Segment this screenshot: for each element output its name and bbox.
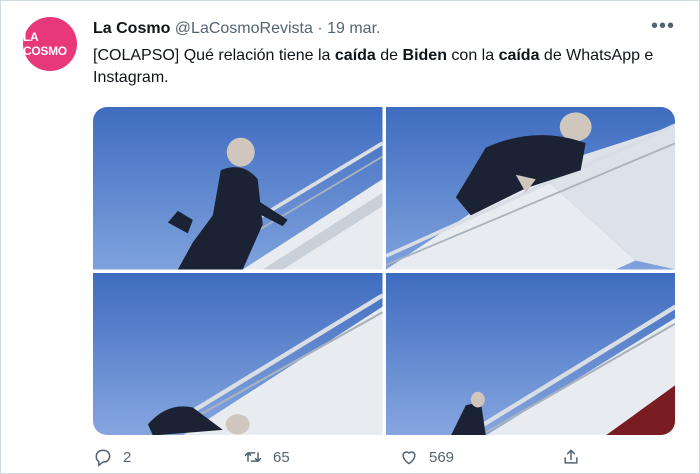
separator: · [317, 20, 323, 37]
tweet-text-part: [COLAPSO] Qué relación tiene la [93, 47, 335, 64]
tweet-card[interactable]: LA COSMO La Cosmo @LaCosmoRevista · 19 m… [0, 0, 700, 474]
tweet-text: [COLAPSO] Qué relación tiene la caída de… [93, 45, 673, 89]
media-grid [93, 107, 675, 435]
tweet-text-part: de [375, 47, 403, 64]
like-icon [402, 451, 416, 465]
like-button[interactable]: 569 [399, 447, 454, 467]
reply-button[interactable]: 2 [93, 447, 131, 467]
media-photo[interactable] [385, 107, 675, 270]
more-options-icon[interactable]: ••• [651, 15, 675, 38]
retweet-button[interactable]: 65 [243, 447, 290, 467]
author-handle[interactable]: @LaCosmoRevista [175, 20, 313, 37]
share-button[interactable] [561, 447, 581, 467]
media-photo[interactable] [385, 272, 675, 435]
retweet-icon [244, 452, 262, 462]
reply-count: 2 [123, 448, 132, 466]
tweet-header: La Cosmo @LaCosmoRevista · 19 mar. [93, 19, 380, 39]
share-icon [564, 449, 578, 464]
avatar[interactable]: LA COSMO [23, 17, 77, 71]
retweet-count: 65 [273, 448, 290, 466]
tweet-actions: 2 65 569 [93, 447, 653, 471]
media-photo[interactable] [93, 107, 383, 270]
tweet-text-bold: caída [334, 47, 376, 64]
reply-icon [95, 449, 111, 467]
tweet-text-bold: caída [498, 47, 540, 64]
tweet-date[interactable]: 19 mar. [327, 20, 380, 37]
tweet-text-bold: Biden [402, 47, 447, 64]
author-name[interactable]: La Cosmo [93, 20, 170, 37]
avatar-text: LA COSMO [23, 30, 67, 58]
like-count: 569 [429, 448, 455, 466]
tweet-text-part: con la [446, 47, 499, 64]
media-photo[interactable] [93, 272, 383, 435]
